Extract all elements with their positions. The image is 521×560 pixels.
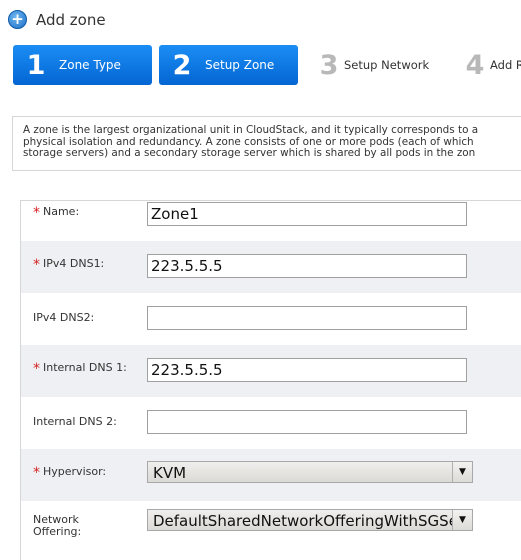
- step-zone-type[interactable]: 1 Zone Type: [13, 45, 152, 85]
- network-offering-select[interactable]: DefaultSharedNetworkOfferingWithSGSer ▼: [147, 509, 473, 531]
- ipv4-dns1-label: * IPv4 DNS1:: [33, 257, 105, 273]
- form-row-ipv4-dns2: IPv4 DNS2:: [21, 293, 521, 345]
- step-number: 2: [172, 49, 192, 81]
- step-number: 4: [465, 49, 485, 81]
- chevron-down-icon[interactable]: ▼: [452, 510, 472, 530]
- network-offering-selected-value: DefaultSharedNetworkOfferingWithSGSer: [153, 512, 465, 530]
- ipv4-dns2-label: IPv4 DNS2:: [33, 311, 95, 324]
- required-marker: *: [33, 361, 40, 377]
- step-add-resources[interactable]: 4 Add R: [460, 45, 521, 85]
- form-row-internal-dns1: * Internal DNS 1:: [21, 345, 521, 397]
- step-setup-zone[interactable]: 2 Setup Zone: [159, 45, 298, 85]
- required-marker: *: [33, 465, 40, 481]
- wizard-steps: 1 Zone Type 2 Setup Zone 3 Setup Network…: [0, 45, 521, 85]
- step-label: Zone Type: [59, 58, 121, 72]
- zone-description: A zone is the largest organizational uni…: [12, 116, 521, 171]
- step-label: Setup Network: [344, 58, 430, 72]
- name-input[interactable]: [147, 202, 467, 226]
- dialog-title-row: + Add zone: [8, 10, 106, 29]
- zone-form: *Name: *IPv4 DNS1: IPv4 DNS2: *Internal …: [20, 200, 521, 560]
- network-offering-label: Network Offering:: [33, 513, 82, 538]
- hypervisor-select[interactable]: KVM ▼: [147, 461, 473, 483]
- required-marker: *: [33, 257, 40, 273]
- dialog-title: Add zone: [36, 10, 106, 29]
- internal-dns1-input[interactable]: [147, 358, 467, 382]
- description-line: storage servers) and a secondary storage…: [23, 147, 476, 159]
- hypervisor-selected-value: KVM: [153, 464, 187, 482]
- ipv4-dns2-input[interactable]: [147, 306, 467, 330]
- step-label: Setup Zone: [205, 58, 275, 72]
- internal-dns2-input[interactable]: [147, 410, 467, 434]
- ipv4-dns1-input[interactable]: [147, 254, 467, 278]
- internal-dns1-label: * Internal DNS 1:: [33, 361, 127, 377]
- form-row-network-offering: Network Offering: DefaultSharedNetworkOf…: [21, 501, 521, 553]
- form-row-internal-dns2: Internal DNS 2:: [21, 397, 521, 449]
- add-circle-icon: +: [8, 10, 27, 29]
- step-number: 1: [26, 49, 46, 81]
- description-line: A zone is the largest organizational uni…: [23, 124, 479, 136]
- step-setup-network[interactable]: 3 Setup Network: [314, 45, 454, 85]
- required-marker: *: [33, 205, 40, 221]
- step-label: Add R: [490, 58, 521, 72]
- internal-dns2-label: Internal DNS 2:: [33, 415, 117, 428]
- form-row-ipv4-dns1: * IPv4 DNS1:: [21, 241, 521, 293]
- chevron-down-icon[interactable]: ▼: [452, 462, 472, 482]
- step-number: 3: [319, 49, 339, 81]
- form-row-hypervisor: * Hypervisor: KVM ▼: [21, 449, 521, 501]
- hypervisor-label: * Hypervisor:: [33, 465, 107, 481]
- name-label: * Name:: [33, 205, 80, 221]
